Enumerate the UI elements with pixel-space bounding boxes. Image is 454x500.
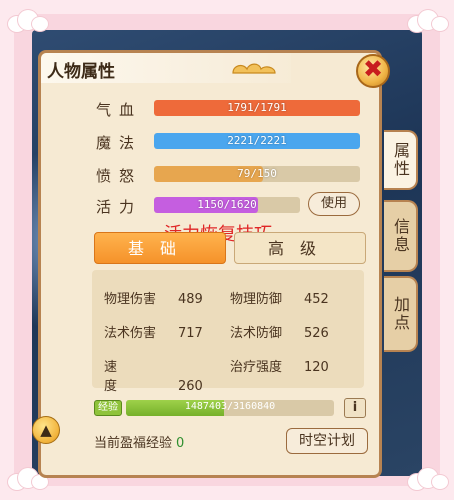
experience-bar: 1487403/3160840 — [126, 400, 334, 416]
hp-value: 1791/1791 — [227, 101, 287, 114]
tab-info[interactable]: 信息 — [384, 200, 418, 272]
tab-basic[interactable]: 基础 — [94, 232, 226, 264]
time-plan-button[interactable]: 时空计划 — [286, 428, 368, 454]
cloud-ornament-icon — [232, 63, 276, 74]
rage-bar: 79/150 — [154, 166, 360, 182]
attr-magic-attack: 法术伤害 717 — [104, 326, 203, 341]
hp-bar: 1791/1791 — [154, 100, 360, 116]
close-button[interactable]: ✖ — [356, 54, 390, 88]
mana-bar: 2221/2221 — [154, 133, 360, 149]
stat-label: 愤怒 — [96, 167, 143, 185]
attributes-box: 物理伤害 489 物理防御 452 法术伤害 717 法术防御 526 速度 260 治疗… — [92, 270, 364, 394]
mana-value: 2221/2221 — [227, 134, 287, 147]
vitality-bar: 1150/1620 — [154, 197, 300, 213]
cloud-decoration-bottom-right — [404, 466, 450, 492]
attr-physical-defense: 物理防御 452 — [230, 292, 329, 307]
tab-advanced[interactable]: 高级 — [234, 232, 366, 264]
rage-value: 79/150 — [237, 167, 277, 180]
stat-label: 气血 — [96, 101, 143, 119]
tab-attributes[interactable]: 属性 — [384, 130, 418, 190]
attr-healing: 治疗强度 120 — [230, 360, 329, 375]
tab-points[interactable]: 加点 — [384, 276, 418, 352]
attr-magic-defense: 法术防御 526 — [230, 326, 329, 341]
cloud-decoration-top-left — [4, 8, 50, 34]
up-arrow-icon: ▲ — [40, 421, 52, 439]
info-button[interactable]: i — [344, 398, 366, 418]
experience-value: 1487403/3160840 — [184, 401, 276, 412]
stat-label: 活力 — [96, 198, 143, 216]
panel-title-bar: 人物属性 — [41, 53, 291, 83]
experience-badge: 经验 — [94, 400, 122, 416]
close-icon: ✖ — [362, 55, 384, 83]
attr-speed: 速度 260 — [104, 360, 203, 394]
up-arrow-button[interactable]: ▲ — [32, 416, 60, 444]
attr-physical-attack: 物理伤害 489 — [104, 292, 203, 307]
vitality-value: 1150/1620 — [197, 198, 257, 211]
blessing-experience: 当前盈福经验 0 — [94, 436, 185, 451]
cloud-decoration-top-right — [404, 8, 450, 34]
panel-title: 人物属性 — [47, 62, 115, 82]
use-button[interactable]: 使用 — [308, 192, 360, 216]
stat-label: 魔法 — [96, 134, 143, 152]
